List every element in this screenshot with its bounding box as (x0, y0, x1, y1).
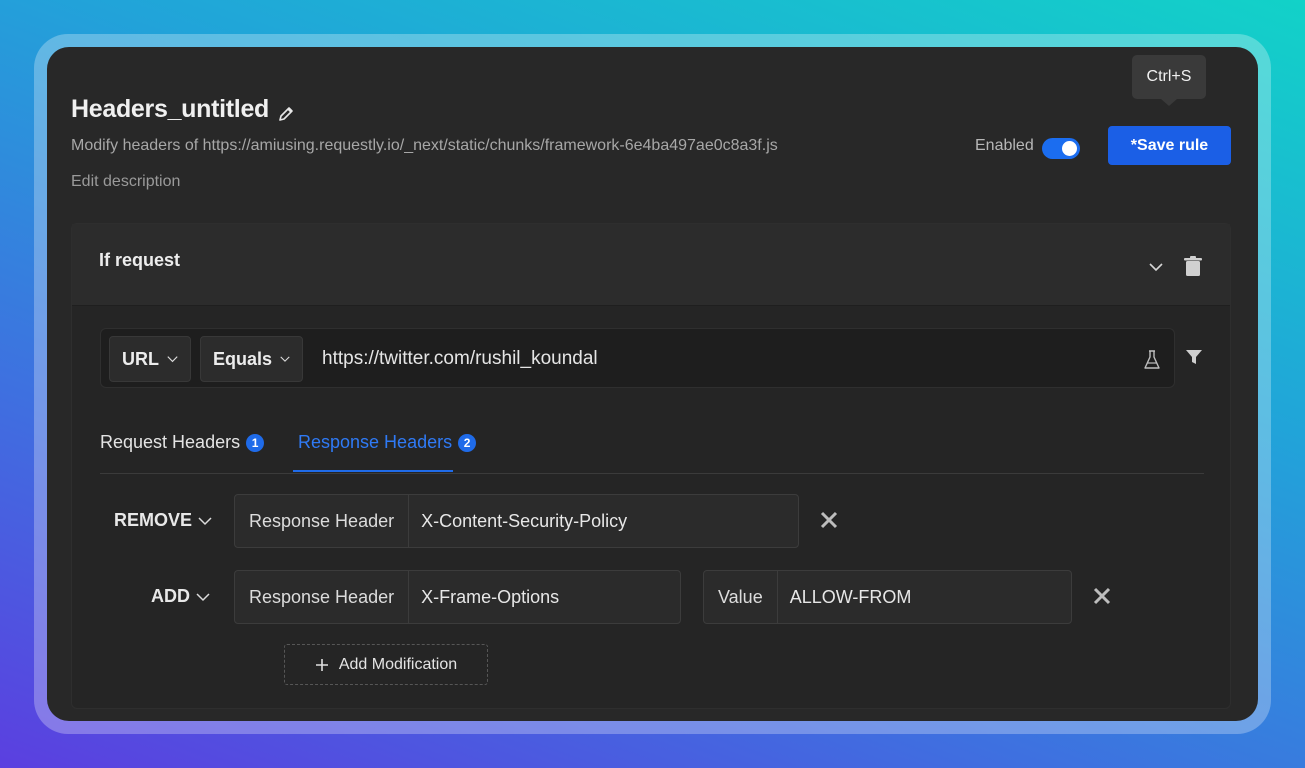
trash-icon[interactable] (1183, 255, 1203, 277)
source-type-label: URL (122, 348, 159, 369)
edit-description-link[interactable]: Edit description (71, 173, 180, 191)
chevron-down-icon[interactable] (1148, 259, 1164, 275)
url-input[interactable]: https://twitter.com/rushil_koundal (322, 348, 598, 370)
rule-title[interactable]: Headers_untitled (71, 95, 295, 124)
add-modification-button[interactable]: Add Modification (284, 644, 488, 685)
toggle-knob (1061, 141, 1077, 156)
header-name-field[interactable]: Response Header X-Content-Security-Polic… (234, 494, 799, 548)
header-name-value[interactable]: X-Frame-Options (409, 571, 571, 623)
pencil-icon[interactable] (277, 101, 295, 121)
operator-label: Equals (213, 348, 273, 369)
chevron-down-icon (167, 356, 178, 363)
card-header: If request (72, 224, 1230, 306)
close-icon[interactable] (1093, 587, 1111, 605)
header-value-label: Value (704, 571, 778, 623)
operator-select[interactable]: Equals (200, 336, 303, 382)
chevron-down-icon (280, 356, 290, 362)
header-tabs: Request Headers 1 Response Headers 2 (100, 422, 1204, 474)
chevron-down-icon (198, 516, 212, 525)
modification-row-remove: REMOVE Response Header X-Content-Securit… (100, 494, 1200, 548)
modification-type-select[interactable]: REMOVE (114, 510, 212, 531)
plus-icon (315, 658, 328, 671)
count-badge: 1 (246, 433, 265, 452)
modification-row-add: ADD Response Header X-Frame-Options Valu… (100, 570, 1200, 624)
enabled-control: Enabled (975, 135, 1080, 159)
flask-icon[interactable] (1143, 350, 1161, 370)
header-name-label: Response Header (235, 571, 410, 623)
header-name-label: Response Header (235, 495, 410, 547)
shortcut-tooltip: Ctrl+S (1132, 55, 1206, 106)
close-icon[interactable] (820, 511, 838, 529)
tab-label: Request Headers (100, 432, 241, 452)
header-value-field[interactable]: Value ALLOW-FROM (703, 570, 1072, 624)
modification-type-label: REMOVE (114, 510, 193, 530)
modification-type-label: ADD (151, 586, 190, 606)
enabled-toggle[interactable] (1041, 138, 1080, 159)
rule-condition-card: If request URL Equals https://twitter.co… (71, 223, 1231, 709)
filter-icon[interactable] (1185, 348, 1203, 366)
rule-description: Modify headers of https://amiusing.reque… (71, 137, 778, 154)
header-name-field[interactable]: Response Header X-Frame-Options (234, 570, 681, 624)
header-name-value[interactable]: X-Content-Security-Policy (409, 495, 639, 547)
rule-editor-window: Headers_untitled Modify headers of https… (47, 47, 1258, 721)
source-type-select[interactable]: URL (109, 336, 191, 382)
rule-title-text: Headers_untitled (71, 95, 270, 123)
add-modification-label: Add Modification (338, 655, 458, 673)
modification-type-select[interactable]: ADD (151, 586, 210, 607)
card-title: If request (99, 250, 181, 270)
tab-label: Response Headers (298, 432, 453, 452)
active-tab-indicator (293, 470, 453, 472)
url-condition-row: URL Equals https://twitter.com/rushil_ko… (100, 328, 1175, 388)
save-rule-button[interactable]: *Save rule (1108, 126, 1231, 165)
tab-request-headers[interactable]: Request Headers 1 (100, 432, 265, 453)
chevron-down-icon (196, 592, 210, 601)
tab-response-headers[interactable]: Response Headers 2 (298, 432, 477, 453)
enabled-label: Enabled (975, 136, 1034, 154)
header-value-input[interactable]: ALLOW-FROM (778, 571, 924, 623)
count-badge: 2 (458, 433, 477, 452)
